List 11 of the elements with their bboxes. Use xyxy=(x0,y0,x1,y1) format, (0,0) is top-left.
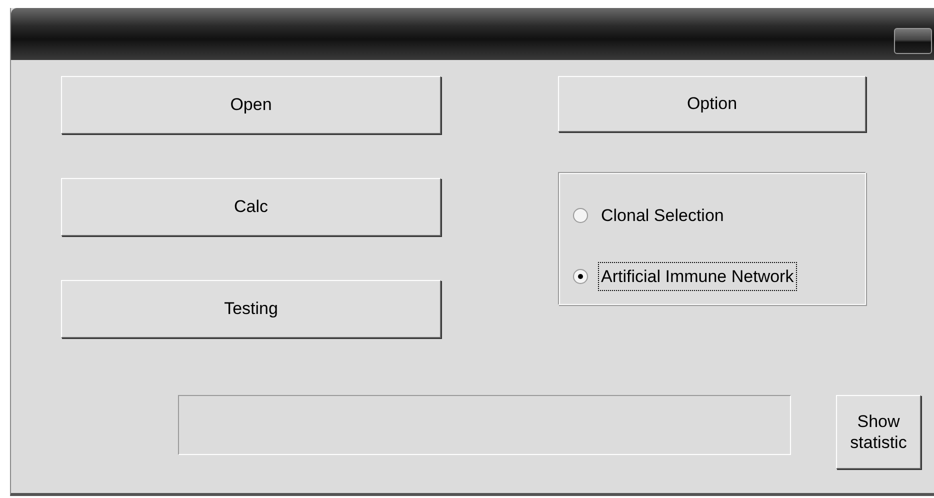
option-button[interactable]: Option xyxy=(558,76,866,132)
action-button[interactable]: Testing xyxy=(61,280,441,338)
radio-label[interactable]: Clonal Selection xyxy=(598,201,727,230)
radio-button[interactable] xyxy=(573,208,588,224)
radio-button[interactable] xyxy=(573,268,588,284)
action-button[interactable]: Open xyxy=(61,76,441,134)
title-bar-button[interactable] xyxy=(894,28,932,54)
action-button[interactable]: Calc xyxy=(61,178,441,236)
radio-label[interactable]: Artificial Immune Network xyxy=(598,262,797,291)
status-field[interactable] xyxy=(178,395,791,455)
show-statistic-button[interactable]: Show statistic xyxy=(836,395,921,469)
